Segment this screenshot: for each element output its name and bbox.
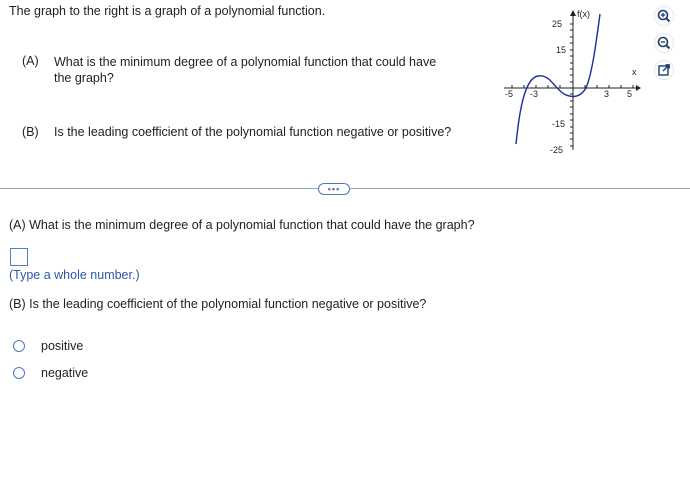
part-b-label: (B) [22,125,39,139]
option-positive[interactable]: positive [13,338,83,354]
popout-icon [654,60,674,80]
popout-button[interactable] [654,60,674,80]
y-tick-label: 15 [556,45,566,55]
y-tick-label: -15 [552,119,565,129]
answer-question-b: (B) Is the leading coefficient of the po… [9,297,427,311]
expand-button[interactable]: ••• [318,183,350,195]
answer-question-a: (A) What is the minimum degree of a poly… [9,218,475,232]
zoom-in-icon [654,6,674,26]
x-axis-label: x [632,67,637,77]
problem-intro: The graph to the right is a graph of a p… [9,4,326,18]
radio-positive[interactable] [13,340,25,352]
y-tick-label: -25 [550,145,563,154]
part-a-question: What is the minimum degree of a polynomi… [54,54,436,86]
option-negative[interactable]: negative [13,365,88,381]
x-tick-label: -3 [530,89,538,99]
graph-tools [654,6,676,87]
part-b-question: Is the leading coefficient of the polyno… [54,125,452,139]
part-a-question-line1: What is the minimum degree of a polynomi… [54,55,437,69]
y-tick-label: 25 [552,19,562,29]
x-tick-label: 3 [604,89,609,99]
degree-answer-input[interactable] [10,248,28,266]
x-tick-label: 5 [627,89,632,99]
answer-hint: (Type a whole number.) [9,268,140,282]
zoom-out-button[interactable] [654,33,674,53]
x-axis-arrow [636,85,641,91]
expand-button-label: ••• [327,184,341,194]
option-positive-label: positive [41,339,84,353]
y-axis-arrow [570,10,576,16]
part-a-question-line2: the graph? [54,71,114,85]
polynomial-graph: 25 15 -15 -25 -5 -3 3 5 f(x) x [500,4,645,155]
y-axis-label: f(x) [577,9,590,19]
part-a-label: (A) [22,54,39,68]
zoom-in-button[interactable] [654,6,674,26]
zoom-out-icon [654,33,674,53]
radio-negative[interactable] [13,367,25,379]
x-tick-label: -5 [505,89,513,99]
option-negative-label: negative [41,366,89,380]
